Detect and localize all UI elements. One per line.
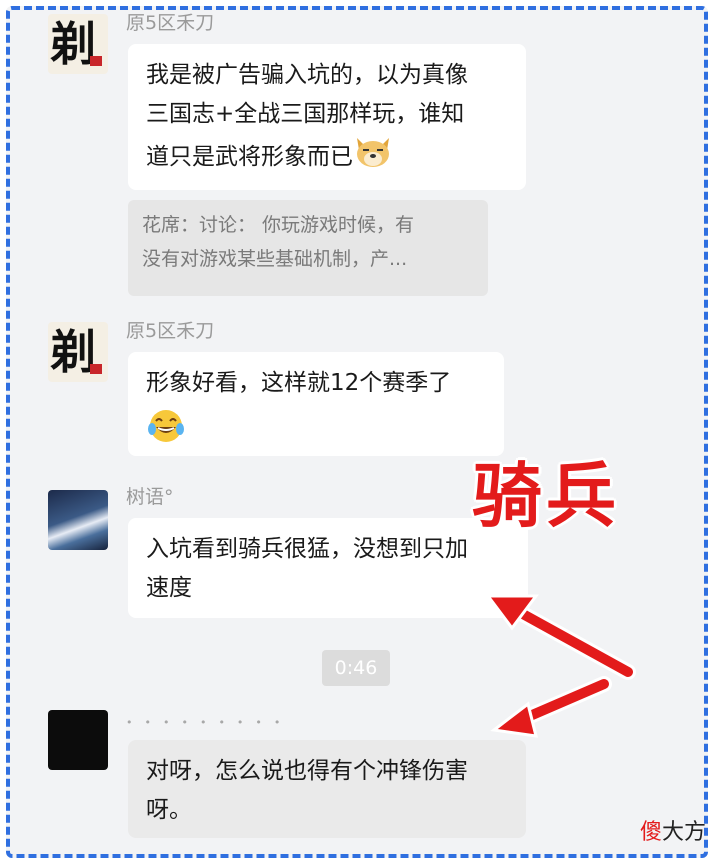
watermark-black: 大方	[661, 820, 706, 845]
red-arrow-icon	[485, 594, 636, 680]
annotation-arrows	[485, 594, 636, 738]
watermark-red: 傻	[639, 820, 662, 845]
watermark: 傻大方	[640, 814, 706, 846]
red-arrow-icon	[490, 676, 612, 738]
